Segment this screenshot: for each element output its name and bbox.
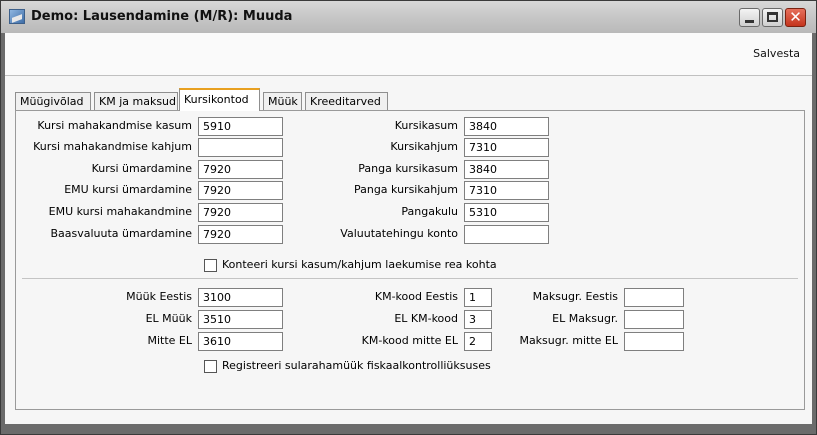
pangakulu-field[interactable]: 5310 <box>464 203 549 222</box>
panga-kursikahjum-field[interactable]: 7310 <box>464 181 549 200</box>
title-bar[interactable]: Demo: Lausendamine (M/R): Muuda ✕ <box>1 1 816 33</box>
tab-km-ja-maksud[interactable]: KM ja maksud <box>94 92 178 110</box>
el-km-kood-label: EL KM-kood <box>394 312 458 325</box>
konteeri-checkbox-label: Konteeri kursi kasum/kahjum laekumise re… <box>222 258 497 271</box>
pangakulu-label: Pangakulu <box>401 205 458 218</box>
kursikahjum-field[interactable]: 7310 <box>464 138 549 157</box>
km-kood-eestis-label: KM-kood Eestis <box>374 290 458 303</box>
app-window: Demo: Lausendamine (M/R): Muuda ✕ Salves… <box>0 0 817 435</box>
valuutatehingu-konto-field[interactable] <box>464 225 549 244</box>
window-title: Demo: Lausendamine (M/R): Muuda <box>31 9 293 24</box>
emu-kursi-mahakandmine-label: EMU kursi mahakandmine <box>48 205 192 218</box>
kursikasum-field[interactable]: 3840 <box>464 117 549 136</box>
el-muuk-field[interactable]: 3510 <box>198 310 283 329</box>
close-icon: ✕ <box>789 8 802 26</box>
km-kood-mitte-el-field[interactable]: 2 <box>464 332 492 351</box>
minimize-icon <box>745 20 754 23</box>
kursikasum-label: Kursikasum <box>394 119 458 132</box>
tab-muugivolad[interactable]: Müügivõlad <box>15 92 91 110</box>
form-content: Müügivõlad KM ja maksud Kursikontod Müük… <box>5 76 812 424</box>
app-window-icon <box>9 9 25 24</box>
emu-kursi-umardamine-label: EMU kursi ümardamine <box>64 183 192 196</box>
kursi-mahakandmise-kasum-field[interactable]: 5910 <box>198 117 283 136</box>
minimize-button[interactable] <box>739 8 760 27</box>
emu-kursi-mahakandmine-field[interactable]: 7920 <box>198 203 283 222</box>
registreeri-checkbox[interactable] <box>204 360 217 373</box>
valuutatehingu-konto-label: Valuutatehingu konto <box>340 227 458 240</box>
tab-kreeditarved[interactable]: Kreeditarved <box>305 92 388 110</box>
el-km-kood-field[interactable]: 3 <box>464 310 492 329</box>
emu-kursi-umardamine-field[interactable]: 7920 <box>198 181 283 200</box>
el-maksugr-label: EL Maksugr. <box>552 312 618 325</box>
km-kood-eestis-field[interactable]: 1 <box>464 288 492 307</box>
muuk-eestis-field[interactable]: 3100 <box>198 288 283 307</box>
maksugr-eestis-field[interactable] <box>624 288 684 307</box>
konteeri-checkbox[interactable] <box>204 259 217 272</box>
panga-kursikasum-label: Panga kursikasum <box>358 162 458 175</box>
kursi-umardamine-label: Kursi ümardamine <box>91 162 192 175</box>
kursi-mahakandmise-kahjum-label: Kursi mahakandmise kahjum <box>33 140 192 153</box>
tab-muuk[interactable]: Müük <box>263 92 302 110</box>
maksugr-eestis-label: Maksugr. Eestis <box>532 290 618 303</box>
kursi-mahakandmise-kahjum-field[interactable] <box>198 138 283 157</box>
baasvaluuta-umardamine-field[interactable]: 7920 <box>198 225 283 244</box>
registreeri-checkbox-label: Registreeri sularahamüük fiskaalkontroll… <box>222 359 491 372</box>
mitte-el-field[interactable]: 3610 <box>198 332 283 351</box>
toolbar: Salvesta <box>5 33 812 76</box>
kursi-mahakandmise-kasum-label: Kursi mahakandmise kasum <box>37 119 192 132</box>
km-kood-mitte-el-label: KM-kood mitte EL <box>361 334 458 347</box>
kursikontod-panel: Kursi mahakandmise kasum 5910 Kursi maha… <box>15 110 805 410</box>
maximize-icon <box>767 12 778 22</box>
el-muuk-label: EL Müük <box>145 312 192 325</box>
save-button[interactable]: Salvesta <box>753 47 800 60</box>
panga-kursikahjum-label: Panga kursikahjum <box>353 183 458 196</box>
maksugr-mitte-el-label: Maksugr. mitte EL <box>519 334 618 347</box>
maksugr-mitte-el-field[interactable] <box>624 332 684 351</box>
muuk-eestis-label: Müük Eestis <box>126 290 192 303</box>
close-button[interactable]: ✕ <box>785 8 806 27</box>
el-maksugr-field[interactable] <box>624 310 684 329</box>
baasvaluuta-umardamine-label: Baasvaluuta ümardamine <box>50 227 192 240</box>
maximize-button[interactable] <box>762 8 783 27</box>
section-divider <box>22 278 798 279</box>
mitte-el-label: Mitte EL <box>147 334 192 347</box>
tab-kursikontod[interactable]: Kursikontod <box>179 88 260 111</box>
kursikahjum-label: Kursikahjum <box>390 140 458 153</box>
kursi-umardamine-field[interactable]: 7920 <box>198 160 283 179</box>
panga-kursikasum-field[interactable]: 3840 <box>464 160 549 179</box>
